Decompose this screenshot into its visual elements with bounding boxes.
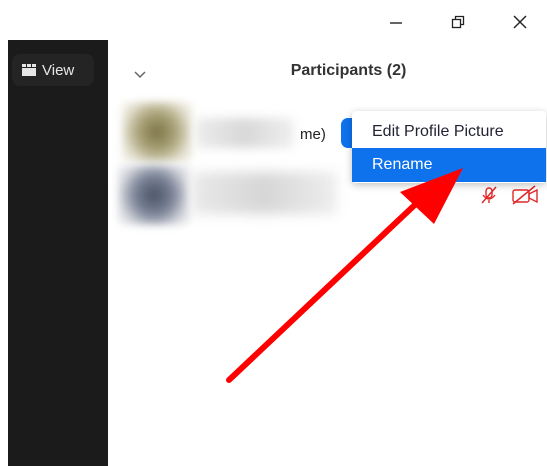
annotation-arrow xyxy=(226,168,463,383)
